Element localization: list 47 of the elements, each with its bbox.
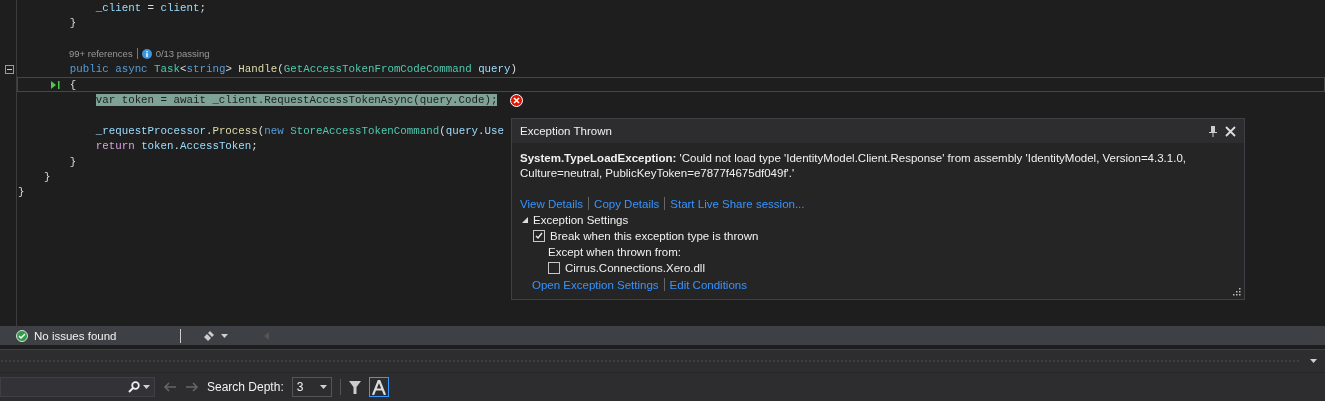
code-line: } <box>69 17 77 30</box>
checkbox-label: Break when this exception type is thrown <box>550 230 759 242</box>
code-line: _client = client; <box>95 1 206 14</box>
references-count[interactable]: 99+ references <box>69 48 133 60</box>
issues-status[interactable]: No issues found <box>34 329 174 342</box>
forward-arrow-icon[interactable] <box>185 382 199 392</box>
code-line: } <box>18 186 25 199</box>
code-line: } <box>43 171 51 183</box>
search-icon <box>128 381 140 393</box>
caret-icon <box>221 333 228 338</box>
pin-icon[interactable] <box>1209 125 1217 137</box>
collapse-icon[interactable] <box>5 64 14 74</box>
popup-title: Exception Thrown <box>520 125 613 137</box>
checkbox[interactable] <box>548 262 560 274</box>
search-depth-dropdown[interactable]: 3 <box>291 377 332 397</box>
search-caret-icon <box>143 385 150 389</box>
code-line: { <box>69 78 77 91</box>
filter-icon[interactable] <box>348 380 361 394</box>
dropdown-caret-icon <box>1310 359 1317 363</box>
back-arrow-icon[interactable] <box>163 382 177 392</box>
code-line: return token.AccessToken; <box>95 140 258 153</box>
code-line: } <box>69 155 77 168</box>
popup-link[interactable]: Copy Details <box>594 197 660 210</box>
brush-icon[interactable] <box>203 329 215 342</box>
popup-link[interactable]: View Details <box>520 197 584 210</box>
exception-message: System.TypeLoadException: 'Could not load type 'IdentityModel.Client.Response' from assembly 'IdentityModel, Version=4.3.1.0, Culture=neutral, PublicKeyToken=e7877f4675df049f'.' <box>520 151 1187 181</box>
tests-status[interactable]: 0/13 passing <box>155 48 210 60</box>
popup-link[interactable]: Edit Conditions <box>669 278 747 291</box>
error-icon[interactable] <box>510 93 524 107</box>
search-field[interactable] <box>0 377 155 397</box>
code-line: _requestProcessor.Process(new StoreAccessTokenCommand(query.Use <box>95 124 505 137</box>
match-case-toggle[interactable] <box>368 377 389 397</box>
except-label: Except when thrown from: <box>548 246 681 258</box>
caret-icon <box>319 385 327 389</box>
close-icon[interactable] <box>1225 125 1236 137</box>
settings-header: Exception Settings <box>533 214 629 226</box>
check-icon <box>16 329 28 342</box>
popup-link[interactable]: Start Live Share session... <box>670 197 805 210</box>
step-arrow-icon <box>51 80 60 89</box>
expand-triangle-icon[interactable] <box>522 217 528 223</box>
checkbox[interactable] <box>533 230 545 242</box>
search-depth-label: Search Depth: <box>207 380 284 394</box>
code-line: public async Task<string> Handle(GetAccessTokenFromCodeCommand query) <box>69 63 517 76</box>
checkbox-label: Cirrus.Connections.Xero.dll <box>565 262 705 274</box>
info-icon <box>141 48 152 59</box>
popup-link[interactable]: Open Exception Settings <box>532 278 659 291</box>
resize-grip-icon[interactable] <box>1233 288 1241 296</box>
